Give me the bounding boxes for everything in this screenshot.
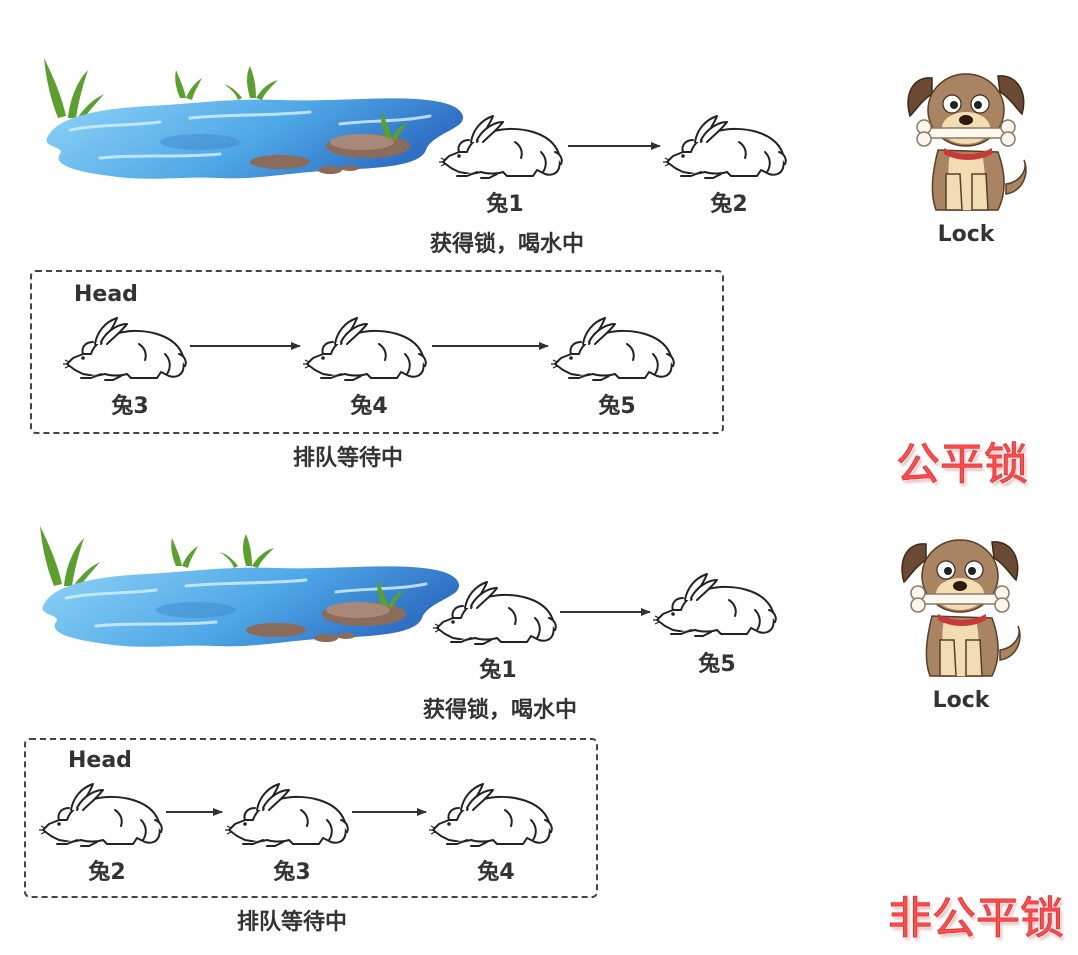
- nonfair-lock-title: 非公平锁: [888, 893, 1065, 945]
- queue-rabbit-label: 兔2: [88, 860, 126, 885]
- queue-caption: 排队等待中: [236, 910, 348, 935]
- queue-arrows: [166, 808, 427, 816]
- queue-rabbit-label: 兔3: [273, 860, 311, 885]
- queue-rabbit-label: 兔4: [477, 860, 515, 885]
